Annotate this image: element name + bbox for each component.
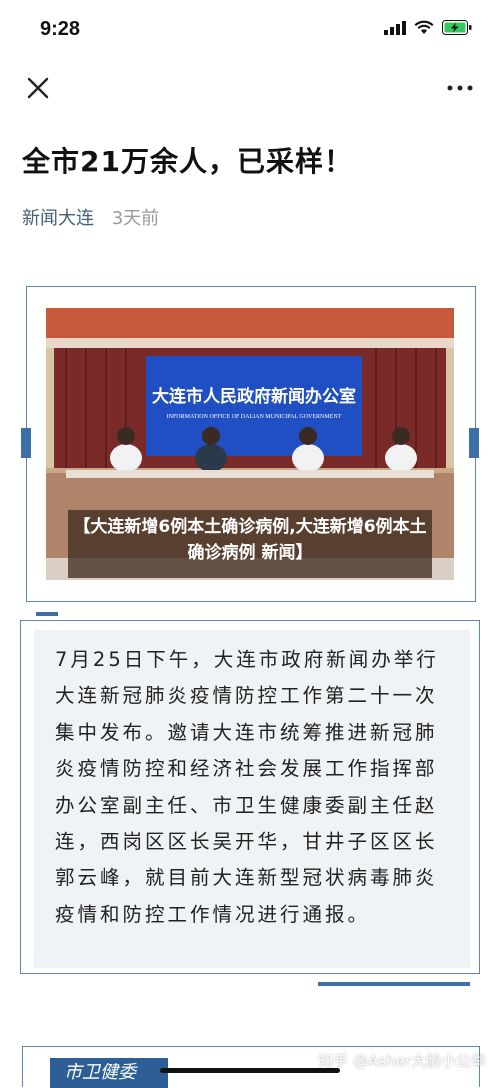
article-date: 3天前	[111, 208, 160, 229]
divider-accent	[36, 612, 58, 616]
more-icon[interactable]	[446, 78, 474, 98]
close-icon[interactable]	[24, 74, 52, 102]
frame-tab-right	[469, 428, 479, 458]
body-line: 集中发布。邀请大连市统筹推进新冠肺	[55, 720, 438, 744]
wifi-icon	[414, 20, 434, 39]
status-time: 9:28	[40, 18, 81, 40]
article-source[interactable]: 新闻大连	[22, 208, 94, 229]
battery-charging-icon	[442, 20, 472, 39]
status-bar: 9:28	[0, 0, 500, 60]
body-line: 郭云峰，就目前大连新型冠状病毒肺炎	[55, 866, 438, 890]
banner-english: INFORMATION OFFICE OF DALIAN MUNICIPAL G…	[167, 414, 342, 420]
body-line: 疫情和防控工作情况进行通报。	[55, 902, 371, 926]
body-line: 大连新冠肺炎疫情防控工作第二十一次	[55, 684, 438, 708]
body-line: 办公室副主任、市卫生健康委副主任赵	[55, 793, 438, 817]
watermark: 知乎 @Asher大龄小公举	[318, 1052, 486, 1070]
divider-accent	[318, 982, 470, 986]
nav-bar	[0, 62, 500, 114]
body-line: 连，西岗区区长吴开华，甘井子区区长	[55, 830, 438, 854]
banner-chinese: 大连市人民政府新闻办公室	[152, 386, 356, 407]
body-line: 7月25日下午，大连市政府新闻办举行	[55, 648, 439, 671]
image-caption: 【大连新增6例本土确诊病例,大连新增6例本土确诊病例 新闻】	[68, 510, 432, 578]
body-line: 炎疫情防控和经济社会发展工作指挥部	[55, 757, 438, 781]
article-body: 7月25日下午，大连市政府新闻办举行 大连新冠肺炎疫情防控工作第二十一次 集中发…	[55, 642, 455, 933]
article-meta: 新闻大连 3天前	[22, 204, 159, 230]
frame-tab-left	[21, 428, 31, 458]
signal-icon	[384, 20, 406, 39]
article-title: 全市21万余人，已采样！	[22, 145, 353, 178]
section-badge: 市卫健委	[50, 1058, 168, 1088]
home-indicator[interactable]	[160, 1068, 340, 1073]
